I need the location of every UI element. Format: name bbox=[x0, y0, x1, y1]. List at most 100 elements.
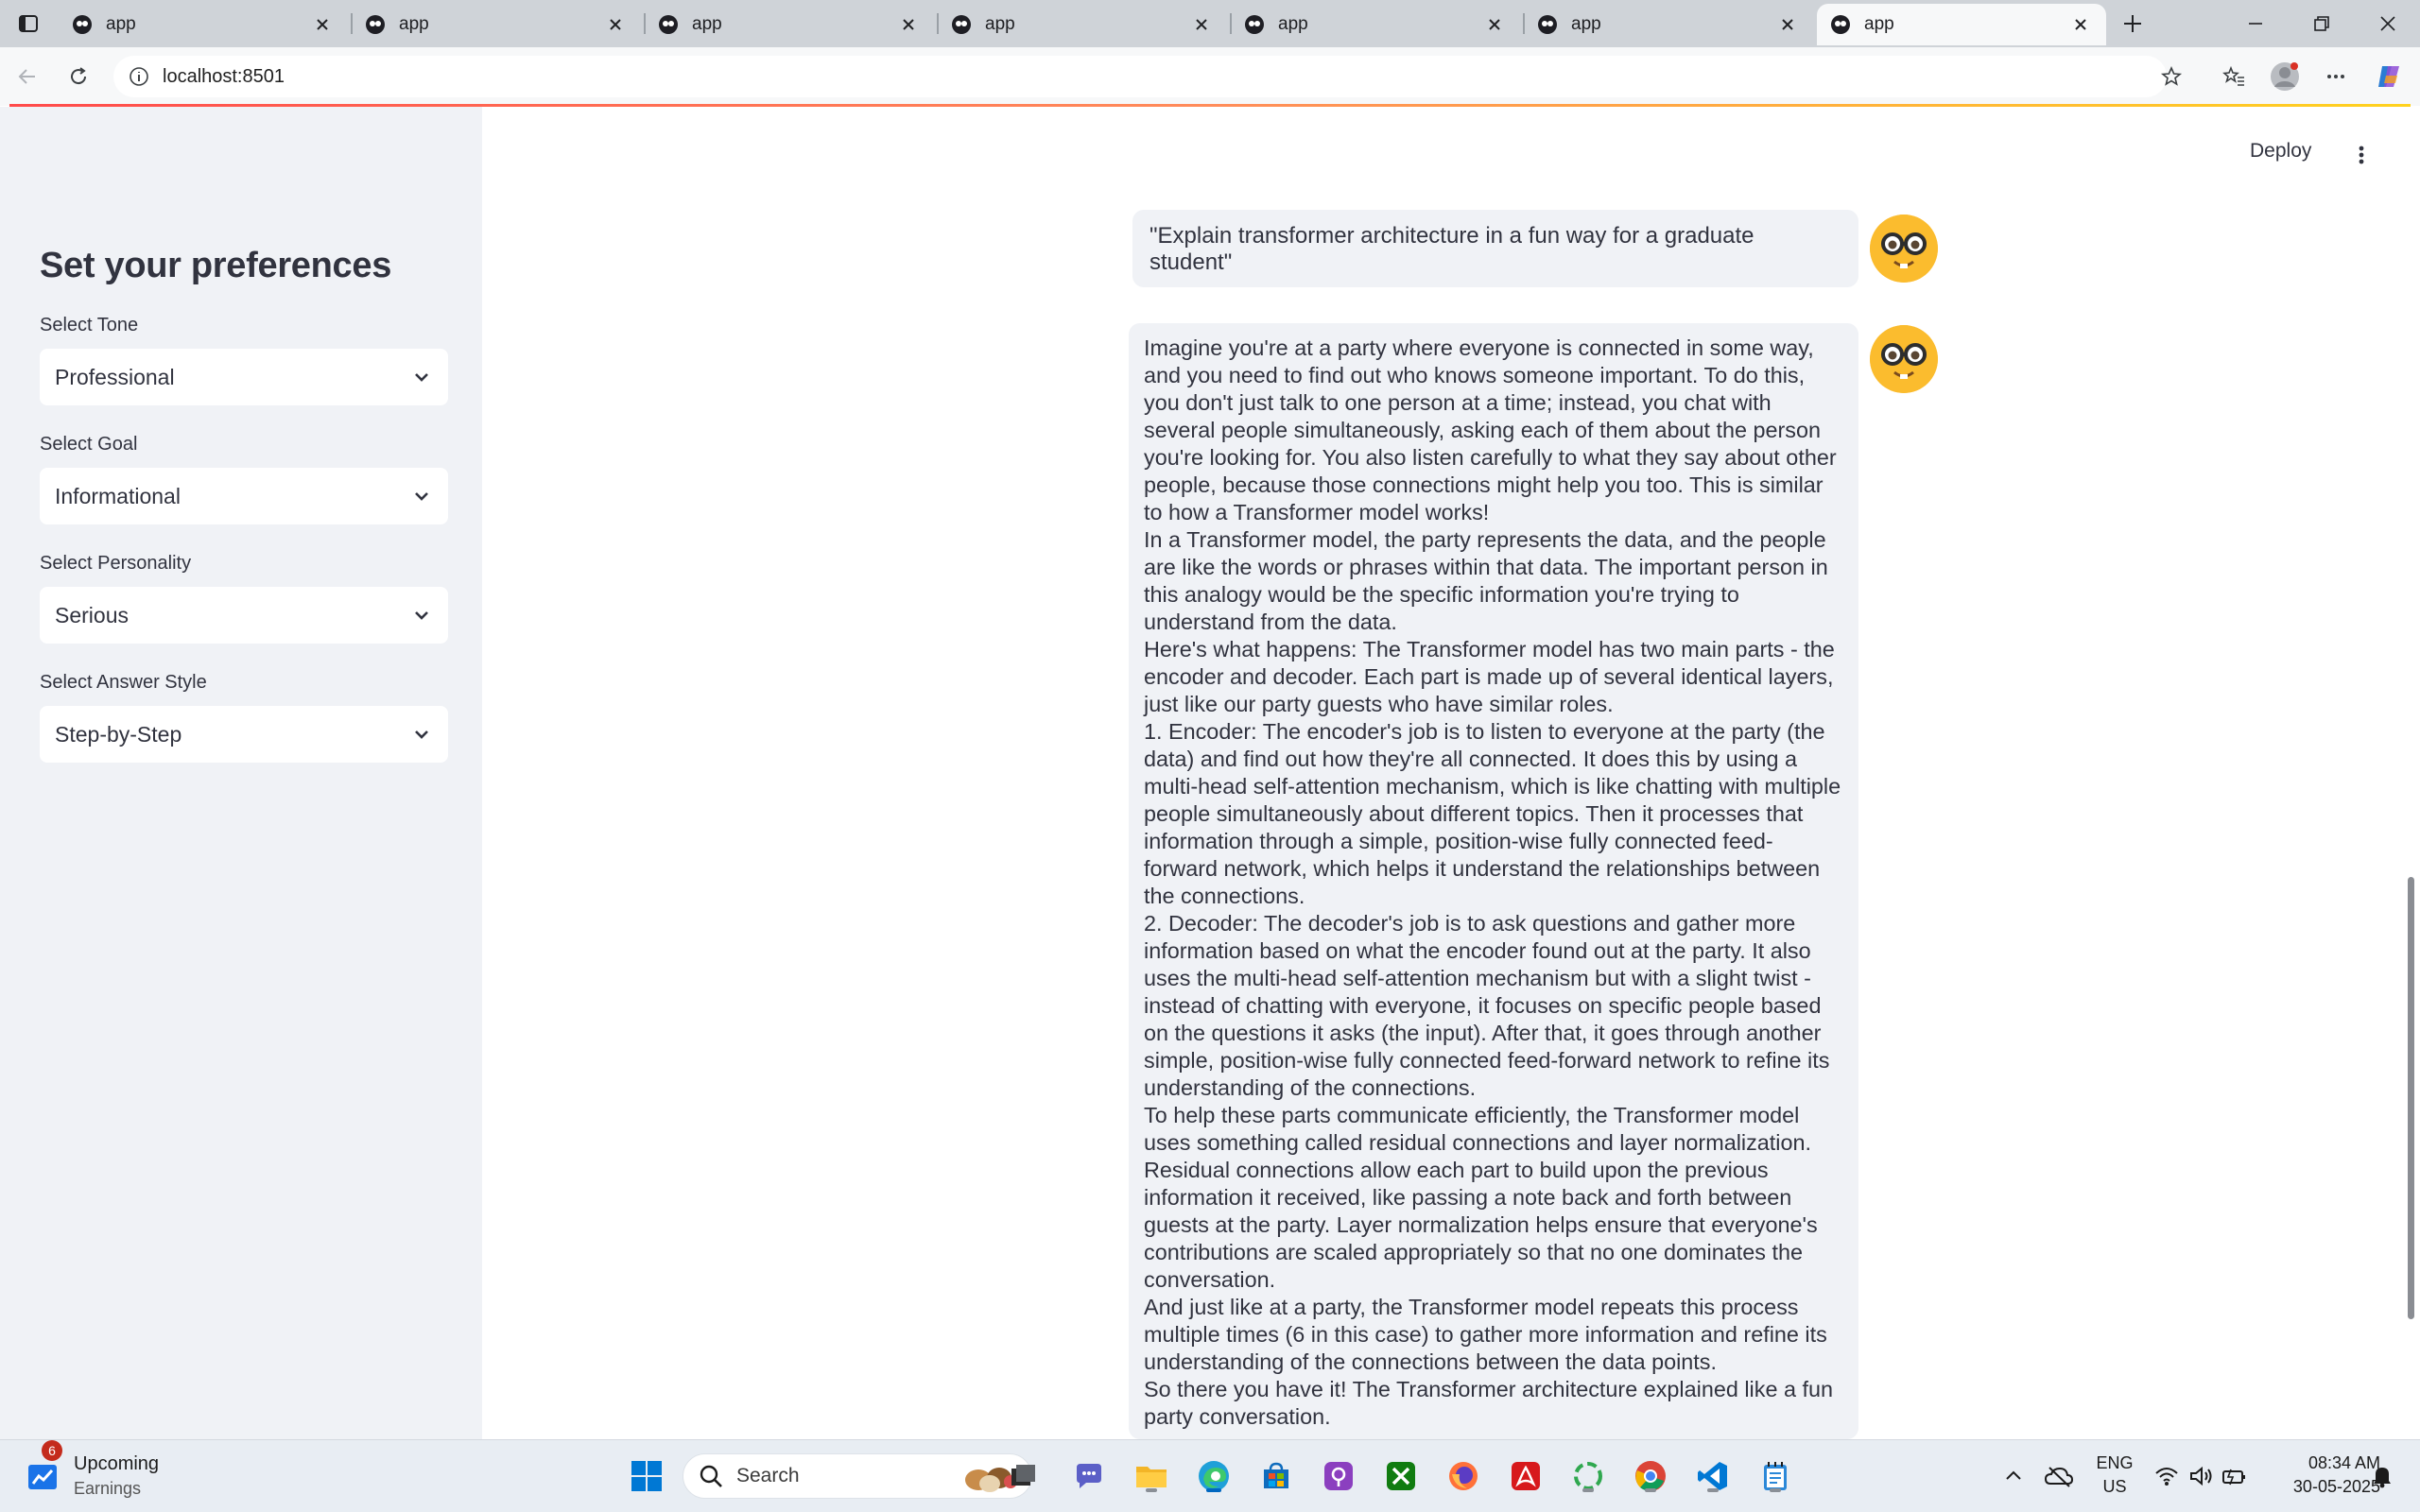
tab-title: app bbox=[1571, 14, 1601, 34]
notification-badge: 6 bbox=[42, 1440, 62, 1461]
assistant-paragraph: And just like at a party, the Transforme… bbox=[1144, 1295, 1827, 1374]
search-placeholder: Search bbox=[736, 1465, 800, 1486]
task-view-icon[interactable] bbox=[1002, 1455, 1044, 1497]
language-indicator[interactable]: ENG US bbox=[2091, 1453, 2138, 1497]
back-icon[interactable] bbox=[9, 59, 45, 94]
tab-close-icon[interactable] bbox=[896, 12, 921, 37]
personality-select-label: Select Personality bbox=[40, 553, 192, 574]
language-code: ENG bbox=[2096, 1453, 2134, 1472]
answer-style-select-label: Select Answer Style bbox=[40, 672, 207, 693]
goal-select-value: Informational bbox=[55, 483, 181, 508]
minimize-icon[interactable] bbox=[2223, 0, 2288, 47]
close-window-icon[interactable] bbox=[2356, 0, 2420, 47]
tab-close-icon[interactable] bbox=[2068, 12, 2093, 37]
streamlit-favicon-icon bbox=[1538, 15, 1557, 34]
show-hidden-icons-chevron-up-icon[interactable] bbox=[1993, 1455, 2034, 1497]
edge-browser-icon[interactable] bbox=[1193, 1455, 1235, 1497]
teams-chat-icon[interactable] bbox=[1068, 1455, 1110, 1497]
tab-title: app bbox=[1278, 14, 1308, 34]
assistant-paragraph: In a Transformer model, the party repres… bbox=[1144, 527, 1828, 634]
browser-toolbar: localhost:8501 bbox=[0, 47, 2420, 106]
deploy-button[interactable]: Deploy bbox=[2250, 140, 2311, 163]
podcasts-app-icon[interactable] bbox=[1318, 1455, 1359, 1497]
user-message: "Explain transformer architecture in a f… bbox=[1132, 210, 1858, 287]
browser-tab[interactable]: app bbox=[1524, 4, 1813, 45]
xbox-icon[interactable] bbox=[1380, 1455, 1422, 1497]
sidebar-title: Set your preferences bbox=[40, 246, 392, 285]
browser-tab-strip: app app app app app app app bbox=[0, 0, 2420, 47]
streamlit-favicon-icon bbox=[659, 15, 678, 34]
tab-close-icon[interactable] bbox=[1189, 12, 1214, 37]
settings-more-icon[interactable] bbox=[2318, 59, 2354, 94]
language-region: US bbox=[2102, 1477, 2127, 1496]
assistant-paragraph: 1. Encoder: The encoder's job is to list… bbox=[1144, 719, 1841, 908]
sidebar: Set your preferences Select Tone Profess… bbox=[0, 107, 482, 1439]
streamlit-favicon-icon bbox=[952, 15, 971, 34]
browser-tab-active[interactable]: app bbox=[1817, 4, 2106, 45]
assistant-paragraph: To help these parts communicate efficien… bbox=[1144, 1103, 1818, 1292]
tab-close-icon[interactable] bbox=[1482, 12, 1507, 37]
tab-title: app bbox=[985, 14, 1015, 34]
taskbar-search[interactable]: Search bbox=[683, 1453, 1032, 1499]
nerd-face-avatar-icon bbox=[1870, 215, 1938, 283]
chevron-down-icon bbox=[415, 492, 428, 501]
file-explorer-icon[interactable] bbox=[1131, 1455, 1172, 1497]
assistant-paragraph: So there you have it! The Transformer ar… bbox=[1144, 1377, 1833, 1429]
profile-avatar-icon[interactable] bbox=[2267, 59, 2303, 94]
tab-title: app bbox=[692, 14, 722, 34]
chevron-down-icon bbox=[415, 730, 428, 739]
widget-title: Upcoming bbox=[74, 1453, 160, 1474]
onedrive-icon[interactable] bbox=[2038, 1455, 2080, 1497]
goal-select[interactable]: Informational bbox=[40, 468, 448, 524]
assistant-paragraph: Imagine you're at a party where everyone… bbox=[1144, 335, 1837, 524]
firefox-icon[interactable] bbox=[1443, 1455, 1484, 1497]
reload-icon[interactable] bbox=[60, 59, 96, 94]
assistant-message: Imagine you're at a party where everyone… bbox=[1129, 323, 1858, 1439]
page-scrollbar[interactable] bbox=[2408, 877, 2414, 1319]
browser-tab[interactable]: app bbox=[645, 4, 934, 45]
main-menu-icon[interactable] bbox=[2344, 138, 2378, 172]
personality-select-value: Serious bbox=[55, 602, 129, 627]
copilot-icon[interactable] bbox=[2371, 59, 2407, 94]
url-text: localhost:8501 bbox=[163, 65, 285, 87]
browser-tab[interactable]: app bbox=[1231, 4, 1520, 45]
acrobat-reader-icon[interactable] bbox=[1505, 1455, 1547, 1497]
streamlit-favicon-icon bbox=[73, 15, 92, 34]
chevron-down-icon bbox=[415, 373, 428, 382]
tab-close-icon[interactable] bbox=[1775, 12, 1800, 37]
battery-icon[interactable] bbox=[2214, 1455, 2256, 1497]
tab-title: app bbox=[106, 14, 136, 34]
new-tab-icon[interactable] bbox=[2114, 8, 2152, 40]
vscode-icon[interactable] bbox=[1692, 1455, 1734, 1497]
address-bar[interactable]: localhost:8501 bbox=[113, 56, 2167, 97]
loading-spinner-app-icon[interactable] bbox=[1567, 1455, 1609, 1497]
tab-close-icon[interactable] bbox=[310, 12, 335, 37]
goal-select-label: Select Goal bbox=[40, 434, 138, 455]
tab-title: app bbox=[399, 14, 429, 34]
chevron-down-icon bbox=[415, 611, 428, 620]
answer-style-select[interactable]: Step-by-Step bbox=[40, 706, 448, 763]
tone-select[interactable]: Professional bbox=[40, 349, 448, 405]
favorite-star-icon[interactable] bbox=[2153, 59, 2189, 94]
site-info-icon[interactable] bbox=[129, 66, 149, 87]
favorites-icon[interactable] bbox=[2216, 59, 2252, 94]
personality-select[interactable]: Serious bbox=[40, 587, 448, 644]
browser-tab[interactable]: app bbox=[352, 4, 641, 45]
browser-tab[interactable]: app bbox=[59, 4, 348, 45]
windows-start-icon[interactable] bbox=[626, 1455, 667, 1497]
restore-icon[interactable] bbox=[2290, 0, 2354, 47]
notepad-icon[interactable] bbox=[1754, 1455, 1796, 1497]
streamlit-favicon-icon bbox=[1831, 15, 1850, 34]
chrome-icon[interactable] bbox=[1630, 1455, 1671, 1497]
answer-style-select-value: Step-by-Step bbox=[55, 721, 182, 747]
tab-close-icon[interactable] bbox=[603, 12, 628, 37]
notifications-bell-icon[interactable] bbox=[2361, 1455, 2403, 1497]
stocks-widget-icon bbox=[28, 1465, 57, 1489]
tab-actions-icon[interactable] bbox=[9, 8, 47, 40]
browser-tab[interactable]: app bbox=[938, 4, 1227, 45]
tone-select-value: Professional bbox=[55, 364, 175, 389]
streamlit-favicon-icon bbox=[366, 15, 385, 34]
weather-widget[interactable]: Upcoming Earnings bbox=[26, 1453, 159, 1499]
microsoft-store-icon[interactable] bbox=[1255, 1455, 1297, 1497]
assistant-paragraph: 2. Decoder: The decoder's job is to ask … bbox=[1144, 911, 1830, 1100]
